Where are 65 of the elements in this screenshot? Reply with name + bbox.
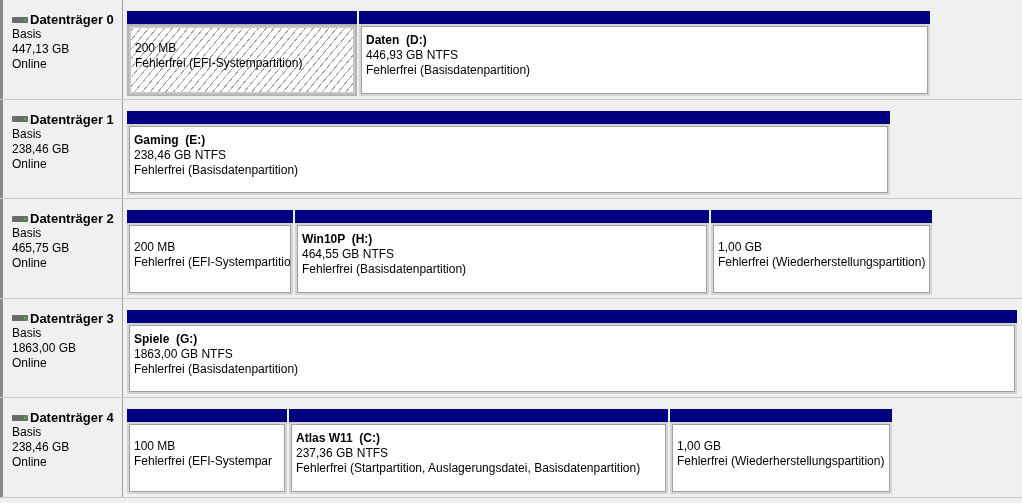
- disk-info-panel[interactable]: Datenträger 0 Basis 447,13 GB Online: [0, 0, 123, 99]
- partition-block[interactable]: 1,00 GB Fehlerfrei (Wiederherstellungspartition): [711, 223, 932, 295]
- drive-icon: [12, 215, 28, 222]
- drive-icon: [12, 315, 28, 321]
- disk-name: Datenträger 3: [30, 310, 114, 326]
- partition-status: Fehlerfrei (EFI-Systempartition): [135, 55, 303, 71]
- disk-info-panel[interactable]: Datenträger 3 Basis 1863,00 GB Online: [0, 298, 123, 397]
- partition-block[interactable]: Daten (D:) 446,93 GB NTFS Fehlerfrei (Basisdatenpartition): [359, 24, 930, 96]
- disk-name: Datenträger 0: [30, 12, 114, 27]
- partition-block[interactable]: 1,00 GB Fehlerfrei (Wiederherstellungspartition): [670, 422, 892, 494]
- partition-block[interactable]: 200 MB Fehlerfrei (EFI-Systempartition): [127, 24, 357, 96]
- partition-block[interactable]: Atlas W11 (C:) 237,36 GB NTFS Fehlerfrei (Startpartition, Auslagerungsdatei, Basisdatenpartition): [289, 422, 668, 494]
- disk-size: 238,46 GB: [12, 141, 70, 157]
- partition-size: 1,00 GB: [677, 438, 722, 454]
- partition-status: Fehlerfrei (Basisdatenpartition): [366, 63, 531, 79]
- disk-status: Online: [12, 355, 47, 371]
- disk-type: Basis: [12, 226, 42, 241]
- disk-size: 1863,00 GB: [12, 340, 77, 356]
- disk-status: Online: [12, 256, 47, 271]
- disk-info-panel[interactable]: Datenträger 1 Basis 238,46 GB Online: [0, 99, 123, 198]
- partition-size: 238,46 GB NTFS: [134, 147, 227, 163]
- disk-size: 465,75 GB: [12, 241, 70, 256]
- partition-block[interactable]: 100 MB Fehlerfrei (EFI-Systempar: [127, 422, 287, 494]
- partition-status: Fehlerfrei (Basisdatenpartition): [134, 162, 299, 178]
- partition-name: Win10P (H:): [302, 232, 373, 248]
- partition-size: 200 MB: [135, 40, 177, 56]
- disk-name: Datenträger 2: [30, 211, 114, 226]
- partition-status: Fehlerfrei (Startpartition, Auslagerungsdatei, Basisdatenpartition): [296, 461, 641, 477]
- disk-status: Online: [12, 57, 47, 72]
- drive-icon: [12, 116, 28, 122]
- disk-type: Basis: [12, 27, 42, 42]
- partition-block[interactable]: Win10P (H:) 464,55 GB NTFS Fehlerfrei (Basisdatenpartition): [295, 223, 709, 295]
- disk-info-panel[interactable]: Datenträger 4 Basis 238,46 GB Online: [0, 398, 123, 497]
- partition-block[interactable]: Gaming (E:) 238,46 GB NTFS Fehlerfrei (Basisdatenpartition): [127, 123, 890, 195]
- disk-info-panel[interactable]: Datenträger 2 Basis 465,75 GB Online: [0, 199, 123, 298]
- partition-name: Spiele (G:): [134, 331, 198, 347]
- drive-icon: [12, 16, 28, 23]
- partition-size: 1863,00 GB NTFS: [134, 346, 233, 362]
- disk-status: Online: [12, 156, 47, 172]
- disk-size: 238,46 GB: [12, 440, 70, 455]
- partition-size: 200 MB: [134, 239, 176, 255]
- partition-name: Gaming (E:): [134, 132, 206, 148]
- drive-icon: [12, 414, 28, 421]
- disk-type: Basis: [12, 126, 42, 142]
- disk-size: 447,13 GB: [12, 42, 70, 57]
- disk-name: Datenträger 4: [30, 410, 114, 425]
- partition-size: 464,55 GB NTFS: [302, 247, 395, 263]
- disk-status: Online: [12, 455, 47, 470]
- partition-status: Fehlerfrei (Basisdatenpartition): [302, 262, 467, 278]
- partition-block[interactable]: 200 MB Fehlerfrei (EFI-Systempartitio: [127, 223, 293, 295]
- partition-status: Fehlerfrei (EFI-Systempartitio: [134, 254, 290, 270]
- partition-size: 100 MB: [134, 438, 176, 454]
- partition-status: Fehlerfrei (Basisdatenpartition): [134, 361, 299, 377]
- disk-type: Basis: [12, 425, 42, 440]
- disk-name: Datenträger 1: [30, 111, 114, 127]
- partition-status: Fehlerfrei (EFI-Systempar: [134, 453, 273, 469]
- partition-size: 446,93 GB NTFS: [366, 48, 459, 64]
- partition-status: Fehlerfrei (Wiederherstellungspartition): [718, 254, 926, 270]
- partition-size: 237,36 GB NTFS: [296, 446, 389, 462]
- partition-size: 1,00 GB: [718, 239, 763, 255]
- partition-status: Fehlerfrei (Wiederherstellungspartition): [677, 453, 885, 469]
- partition-name: Atlas W11 (C:): [296, 431, 380, 447]
- partition-block[interactable]: Spiele (G:) 1863,00 GB NTFS Fehlerfrei (Basisdatenpartition): [127, 322, 1017, 394]
- disk-type: Basis: [12, 325, 42, 341]
- partition-name: Daten (D:): [366, 33, 427, 49]
